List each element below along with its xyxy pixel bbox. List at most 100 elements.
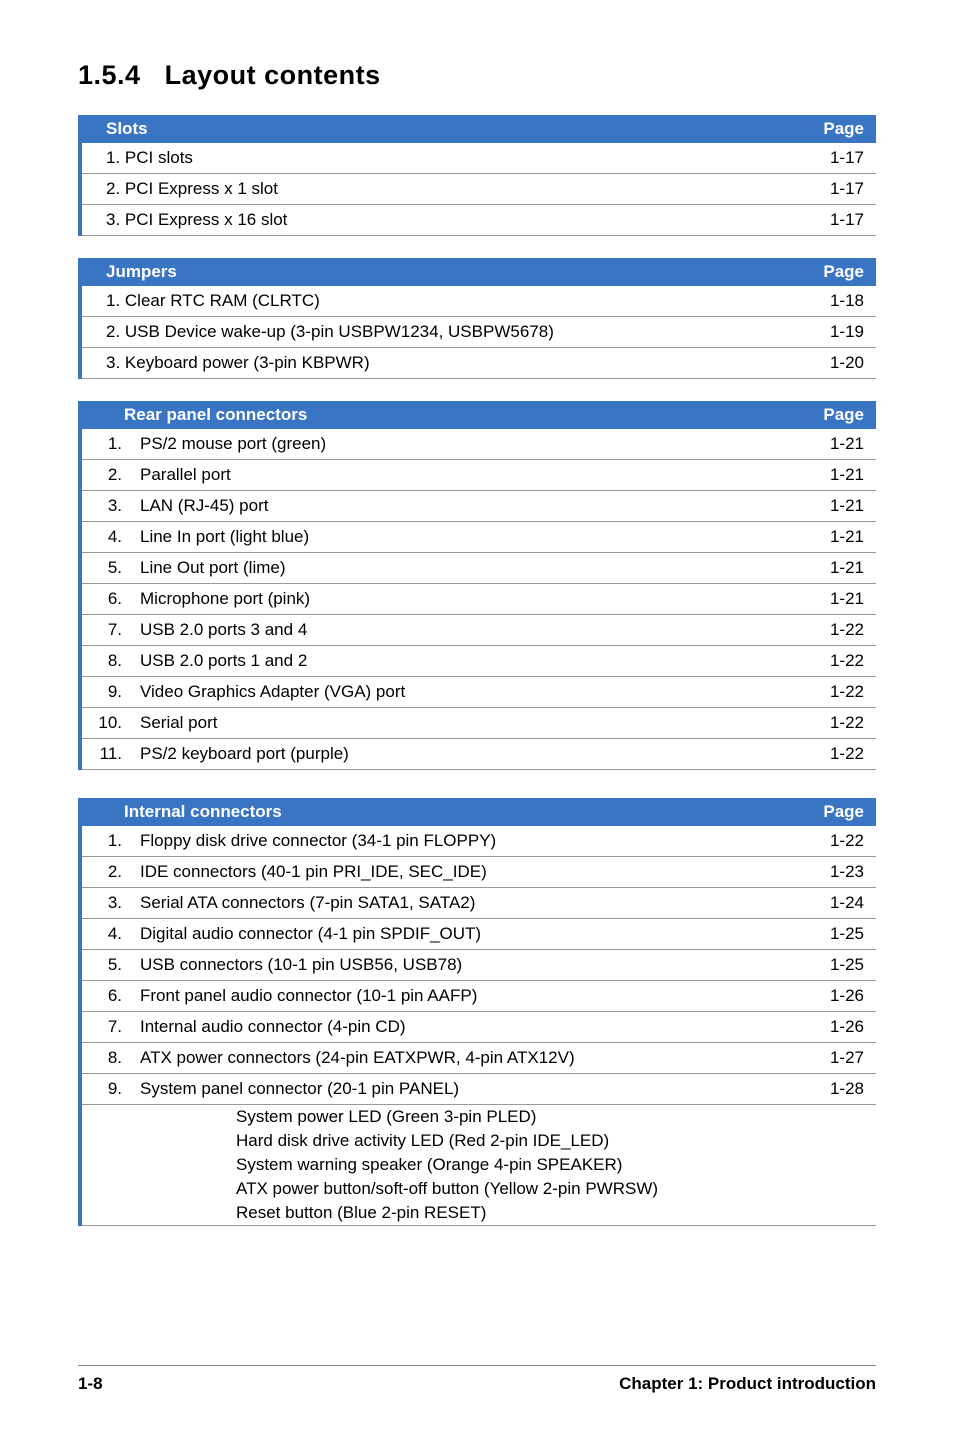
rear-header-page: Page <box>796 401 876 429</box>
jumpers-header-name: Jumpers <box>80 258 796 286</box>
row-label: Serial ATA connectors (7-pin SATA1, SATA… <box>126 888 796 919</box>
row-page: 1-25 <box>796 950 876 981</box>
row-label: Parallel port <box>126 460 796 491</box>
row-number: 9. <box>80 1074 126 1105</box>
table-row: 2.IDE connectors (40-1 pin PRI_IDE, SEC_… <box>80 857 876 888</box>
table-row: 1.Floppy disk drive connector (34-1 pin … <box>80 826 876 857</box>
table-row: 8.USB 2.0 ports 1 and 21-22 <box>80 646 876 677</box>
jumpers-row-label: 1. Clear RTC RAM (CLRTC) <box>80 286 796 317</box>
row-number: 5. <box>80 950 126 981</box>
subrow-label: ATX power button/soft-off button (Yellow… <box>126 1177 876 1201</box>
row-page: 1-21 <box>796 584 876 615</box>
row-page: 1-22 <box>796 677 876 708</box>
row-number: 3. <box>80 888 126 919</box>
slots-header-name: Slots <box>80 115 796 143</box>
section-number: 1.5.4 <box>78 60 141 90</box>
row-number: 4. <box>80 522 126 553</box>
row-page: 1-21 <box>796 522 876 553</box>
table-row: 1. PCI slots 1-17 <box>80 143 876 174</box>
table-row: 9.Video Graphics Adapter (VGA) port1-22 <box>80 677 876 708</box>
table-subrow: System warning speaker (Orange 4-pin SPE… <box>80 1153 876 1177</box>
row-page: 1-26 <box>796 1012 876 1043</box>
table-row: 3. Keyboard power (3-pin KBPWR) 1-20 <box>80 348 876 379</box>
subrow-spacer <box>80 1129 126 1153</box>
row-page: 1-22 <box>796 739 876 770</box>
slots-row-label: 1. PCI slots <box>80 143 796 174</box>
subrow-spacer <box>80 1105 126 1130</box>
row-label: USB connectors (10-1 pin USB56, USB78) <box>126 950 796 981</box>
table-subrow: Reset button (Blue 2-pin RESET) <box>80 1201 876 1226</box>
jumpers-table: Jumpers Page 1. Clear RTC RAM (CLRTC) 1-… <box>78 258 876 379</box>
table-row: 2. PCI Express x 1 slot 1-17 <box>80 174 876 205</box>
row-number: 6. <box>80 981 126 1012</box>
table-row: 4.Digital audio connector (4-1 pin SPDIF… <box>80 919 876 950</box>
table-row: 7.USB 2.0 ports 3 and 41-22 <box>80 615 876 646</box>
jumpers-header-page: Page <box>796 258 876 286</box>
section-title-text: Layout contents <box>165 60 381 90</box>
table-row: 7.Internal audio connector (4-pin CD)1-2… <box>80 1012 876 1043</box>
row-number: 5. <box>80 553 126 584</box>
row-label: Internal audio connector (4-pin CD) <box>126 1012 796 1043</box>
table-row: 1.PS/2 mouse port (green)1-21 <box>80 429 876 460</box>
table-row: 3.Serial ATA connectors (7-pin SATA1, SA… <box>80 888 876 919</box>
slots-row-page: 1-17 <box>796 174 876 205</box>
subrow-spacer <box>80 1153 126 1177</box>
row-number: 11. <box>80 739 126 770</box>
row-page: 1-22 <box>796 646 876 677</box>
row-label: Digital audio connector (4-1 pin SPDIF_O… <box>126 919 796 950</box>
row-number: 2. <box>80 460 126 491</box>
row-number: 7. <box>80 1012 126 1043</box>
internal-header-name: Internal connectors <box>80 798 796 826</box>
row-page: 1-24 <box>796 888 876 919</box>
rear-header-name: Rear panel connectors <box>80 401 796 429</box>
row-label: Floppy disk drive connector (34-1 pin FL… <box>126 826 796 857</box>
table-row: 5.USB connectors (10-1 pin USB56, USB78)… <box>80 950 876 981</box>
table-subrow: Hard disk drive activity LED (Red 2-pin … <box>80 1129 876 1153</box>
subrow-spacer <box>80 1201 126 1226</box>
page-content: 1.5.4 Layout contents Slots Page 1. PCI … <box>0 0 954 1226</box>
row-label: USB 2.0 ports 1 and 2 <box>126 646 796 677</box>
jumpers-row-page: 1-20 <box>796 348 876 379</box>
row-number: 4. <box>80 919 126 950</box>
row-label: LAN (RJ-45) port <box>126 491 796 522</box>
slots-row-label: 2. PCI Express x 1 slot <box>80 174 796 205</box>
row-number: 1. <box>80 429 126 460</box>
row-label: ATX power connectors (24-pin EATXPWR, 4-… <box>126 1043 796 1074</box>
table-row: 5.Line Out port (lime)1-21 <box>80 553 876 584</box>
table-row: 4.Line In port (light blue)1-21 <box>80 522 876 553</box>
row-number: 6. <box>80 584 126 615</box>
row-number: 8. <box>80 1043 126 1074</box>
table-row: 9.System panel connector (20-1 pin PANEL… <box>80 1074 876 1105</box>
jumpers-row-label: 3. Keyboard power (3-pin KBPWR) <box>80 348 796 379</box>
internal-header-page: Page <box>796 798 876 826</box>
row-page: 1-27 <box>796 1043 876 1074</box>
subrow-spacer <box>80 1177 126 1201</box>
row-number: 9. <box>80 677 126 708</box>
table-subrow: System power LED (Green 3-pin PLED) <box>80 1105 876 1130</box>
row-label: Video Graphics Adapter (VGA) port <box>126 677 796 708</box>
jumpers-row-label: 2. USB Device wake-up (3-pin USBPW1234, … <box>80 317 796 348</box>
slots-row-page: 1-17 <box>796 143 876 174</box>
row-label: Line Out port (lime) <box>126 553 796 584</box>
row-page: 1-23 <box>796 857 876 888</box>
table-row: 3. PCI Express x 16 slot 1-17 <box>80 205 876 236</box>
row-label: Microphone port (pink) <box>126 584 796 615</box>
row-number: 1. <box>80 826 126 857</box>
table-row: 2.Parallel port1-21 <box>80 460 876 491</box>
slots-row-page: 1-17 <box>796 205 876 236</box>
row-page: 1-21 <box>796 491 876 522</box>
table-row: 11.PS/2 keyboard port (purple)1-22 <box>80 739 876 770</box>
row-page: 1-26 <box>796 981 876 1012</box>
footer-chapter-title: Chapter 1: Product introduction <box>619 1374 876 1394</box>
row-number: 10. <box>80 708 126 739</box>
slots-table: Slots Page 1. PCI slots 1-17 2. PCI Expr… <box>78 115 876 236</box>
row-label: Line In port (light blue) <box>126 522 796 553</box>
row-page: 1-22 <box>796 615 876 646</box>
row-page: 1-22 <box>796 826 876 857</box>
subrow-label: System warning speaker (Orange 4-pin SPE… <box>126 1153 876 1177</box>
subrow-label: System power LED (Green 3-pin PLED) <box>126 1105 876 1130</box>
table-row: 6.Front panel audio connector (10-1 pin … <box>80 981 876 1012</box>
row-page: 1-28 <box>796 1074 876 1105</box>
footer-page-number: 1-8 <box>78 1374 103 1394</box>
row-label: IDE connectors (40-1 pin PRI_IDE, SEC_ID… <box>126 857 796 888</box>
